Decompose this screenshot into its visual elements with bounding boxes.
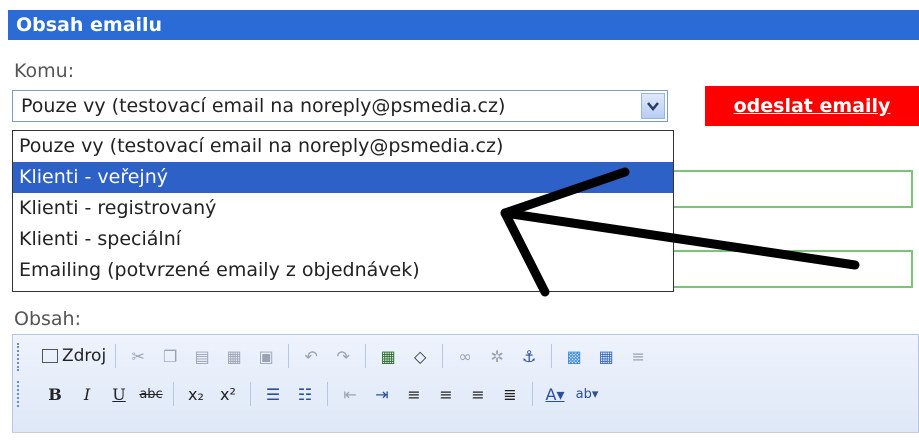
- copy-icon[interactable]: ❐: [157, 343, 183, 369]
- section-title: Obsah emailu: [16, 14, 163, 36]
- image-icon[interactable]: ▩: [561, 343, 587, 369]
- recipient-dropdown-list[interactable]: Pouze vy (testovací email na noreply@psm…: [12, 130, 674, 292]
- toolbar-row-1: Zdroj ✂ ❐ ▤ ▦ ▣ ↶ ↷ ▦ ◇ ∞ ✲ ⚓ ▩ ▦ ≡: [39, 339, 654, 373]
- paste-text-icon[interactable]: ▦: [221, 343, 247, 369]
- section-header: Obsah emailu: [8, 10, 919, 40]
- toolbar-separator: [173, 382, 174, 406]
- toolbar-grip-icon[interactable]: [17, 343, 25, 371]
- source-icon: [42, 349, 58, 363]
- toolbar-row-2: B I U abc x₂ x² ☰ ☷ ⇤ ⇥ ≡ ≡ ≡ ≣ A▾ ab▾: [39, 377, 603, 411]
- paste-word-icon[interactable]: ▣: [253, 343, 279, 369]
- recipient-option[interactable]: Pouze vy (testovací email na noreply@psm…: [13, 131, 673, 162]
- redo-icon[interactable]: ↷: [330, 343, 356, 369]
- horizontal-rule-icon[interactable]: ≡: [625, 343, 651, 369]
- outdent-icon[interactable]: ⇤: [337, 381, 363, 407]
- text-color-icon[interactable]: A▾: [542, 381, 568, 407]
- recipient-label: Komu:: [14, 60, 75, 82]
- toolbar-separator: [288, 344, 290, 368]
- rich-text-editor[interactable]: Zdroj ✂ ❐ ▤ ▦ ▣ ↶ ↷ ▦ ◇ ∞ ✲ ⚓ ▩ ▦ ≡ B I …: [12, 334, 919, 443]
- superscript-icon[interactable]: x²: [215, 381, 241, 407]
- eraser-icon[interactable]: ◇: [407, 343, 433, 369]
- bold-icon[interactable]: B: [42, 381, 68, 407]
- source-button[interactable]: Zdroj: [42, 343, 106, 369]
- align-left-icon[interactable]: ≡: [401, 381, 427, 407]
- align-right-icon[interactable]: ≡: [465, 381, 491, 407]
- toolbar-separator: [365, 344, 367, 368]
- recipient-option[interactable]: Emailing (potvrzené emaily z objednávek): [13, 255, 673, 286]
- subject-input[interactable]: [670, 170, 913, 208]
- bg-color-icon[interactable]: ab▾: [574, 381, 600, 407]
- justify-icon[interactable]: ≣: [497, 381, 523, 407]
- toolbar-separator: [551, 344, 553, 368]
- underline-icon[interactable]: U: [106, 381, 132, 407]
- unlink-icon[interactable]: ✲: [484, 343, 510, 369]
- toolbar-separator: [115, 344, 117, 368]
- indent-icon[interactable]: ⇥: [369, 381, 395, 407]
- table-icon[interactable]: ▦: [593, 343, 619, 369]
- paste-icon[interactable]: ▤: [189, 343, 215, 369]
- toolbar-separator: [327, 382, 328, 406]
- subscript-icon[interactable]: x₂: [183, 381, 209, 407]
- toolbar-separator: [250, 382, 251, 406]
- toolbar-separator: [442, 344, 444, 368]
- send-emails-button[interactable]: odeslat emaily: [705, 86, 919, 126]
- align-center-icon[interactable]: ≡: [433, 381, 459, 407]
- anchor-icon[interactable]: ⚓: [516, 343, 542, 369]
- toolbar-separator: [532, 382, 533, 406]
- toolbar-grip-icon[interactable]: [17, 381, 25, 407]
- recipient-select[interactable]: Pouze vy (testovací email na noreply@psm…: [12, 90, 668, 122]
- ordered-list-icon[interactable]: ☰: [260, 381, 286, 407]
- recipient-option[interactable]: Klienti - registrovaný: [13, 193, 673, 224]
- italic-icon[interactable]: I: [74, 381, 100, 407]
- unordered-list-icon[interactable]: ☷: [292, 381, 318, 407]
- sender-input[interactable]: [670, 250, 913, 288]
- link-icon[interactable]: ∞: [452, 343, 478, 369]
- source-button-label: Zdroj: [62, 346, 107, 366]
- select-all-icon[interactable]: ▦: [375, 343, 401, 369]
- recipient-selected-value: Pouze vy (testovací email na noreply@psm…: [21, 95, 506, 117]
- undo-icon[interactable]: ↶: [298, 343, 324, 369]
- cut-icon[interactable]: ✂: [125, 343, 151, 369]
- strike-icon[interactable]: abc: [138, 381, 164, 407]
- content-label: Obsah:: [14, 308, 82, 330]
- recipient-option-highlighted[interactable]: Klienti - veřejný: [13, 162, 673, 193]
- recipient-option[interactable]: Klienti - speciální: [13, 224, 673, 255]
- editor-content-area[interactable]: [12, 432, 919, 444]
- chevron-down-icon[interactable]: [641, 93, 665, 119]
